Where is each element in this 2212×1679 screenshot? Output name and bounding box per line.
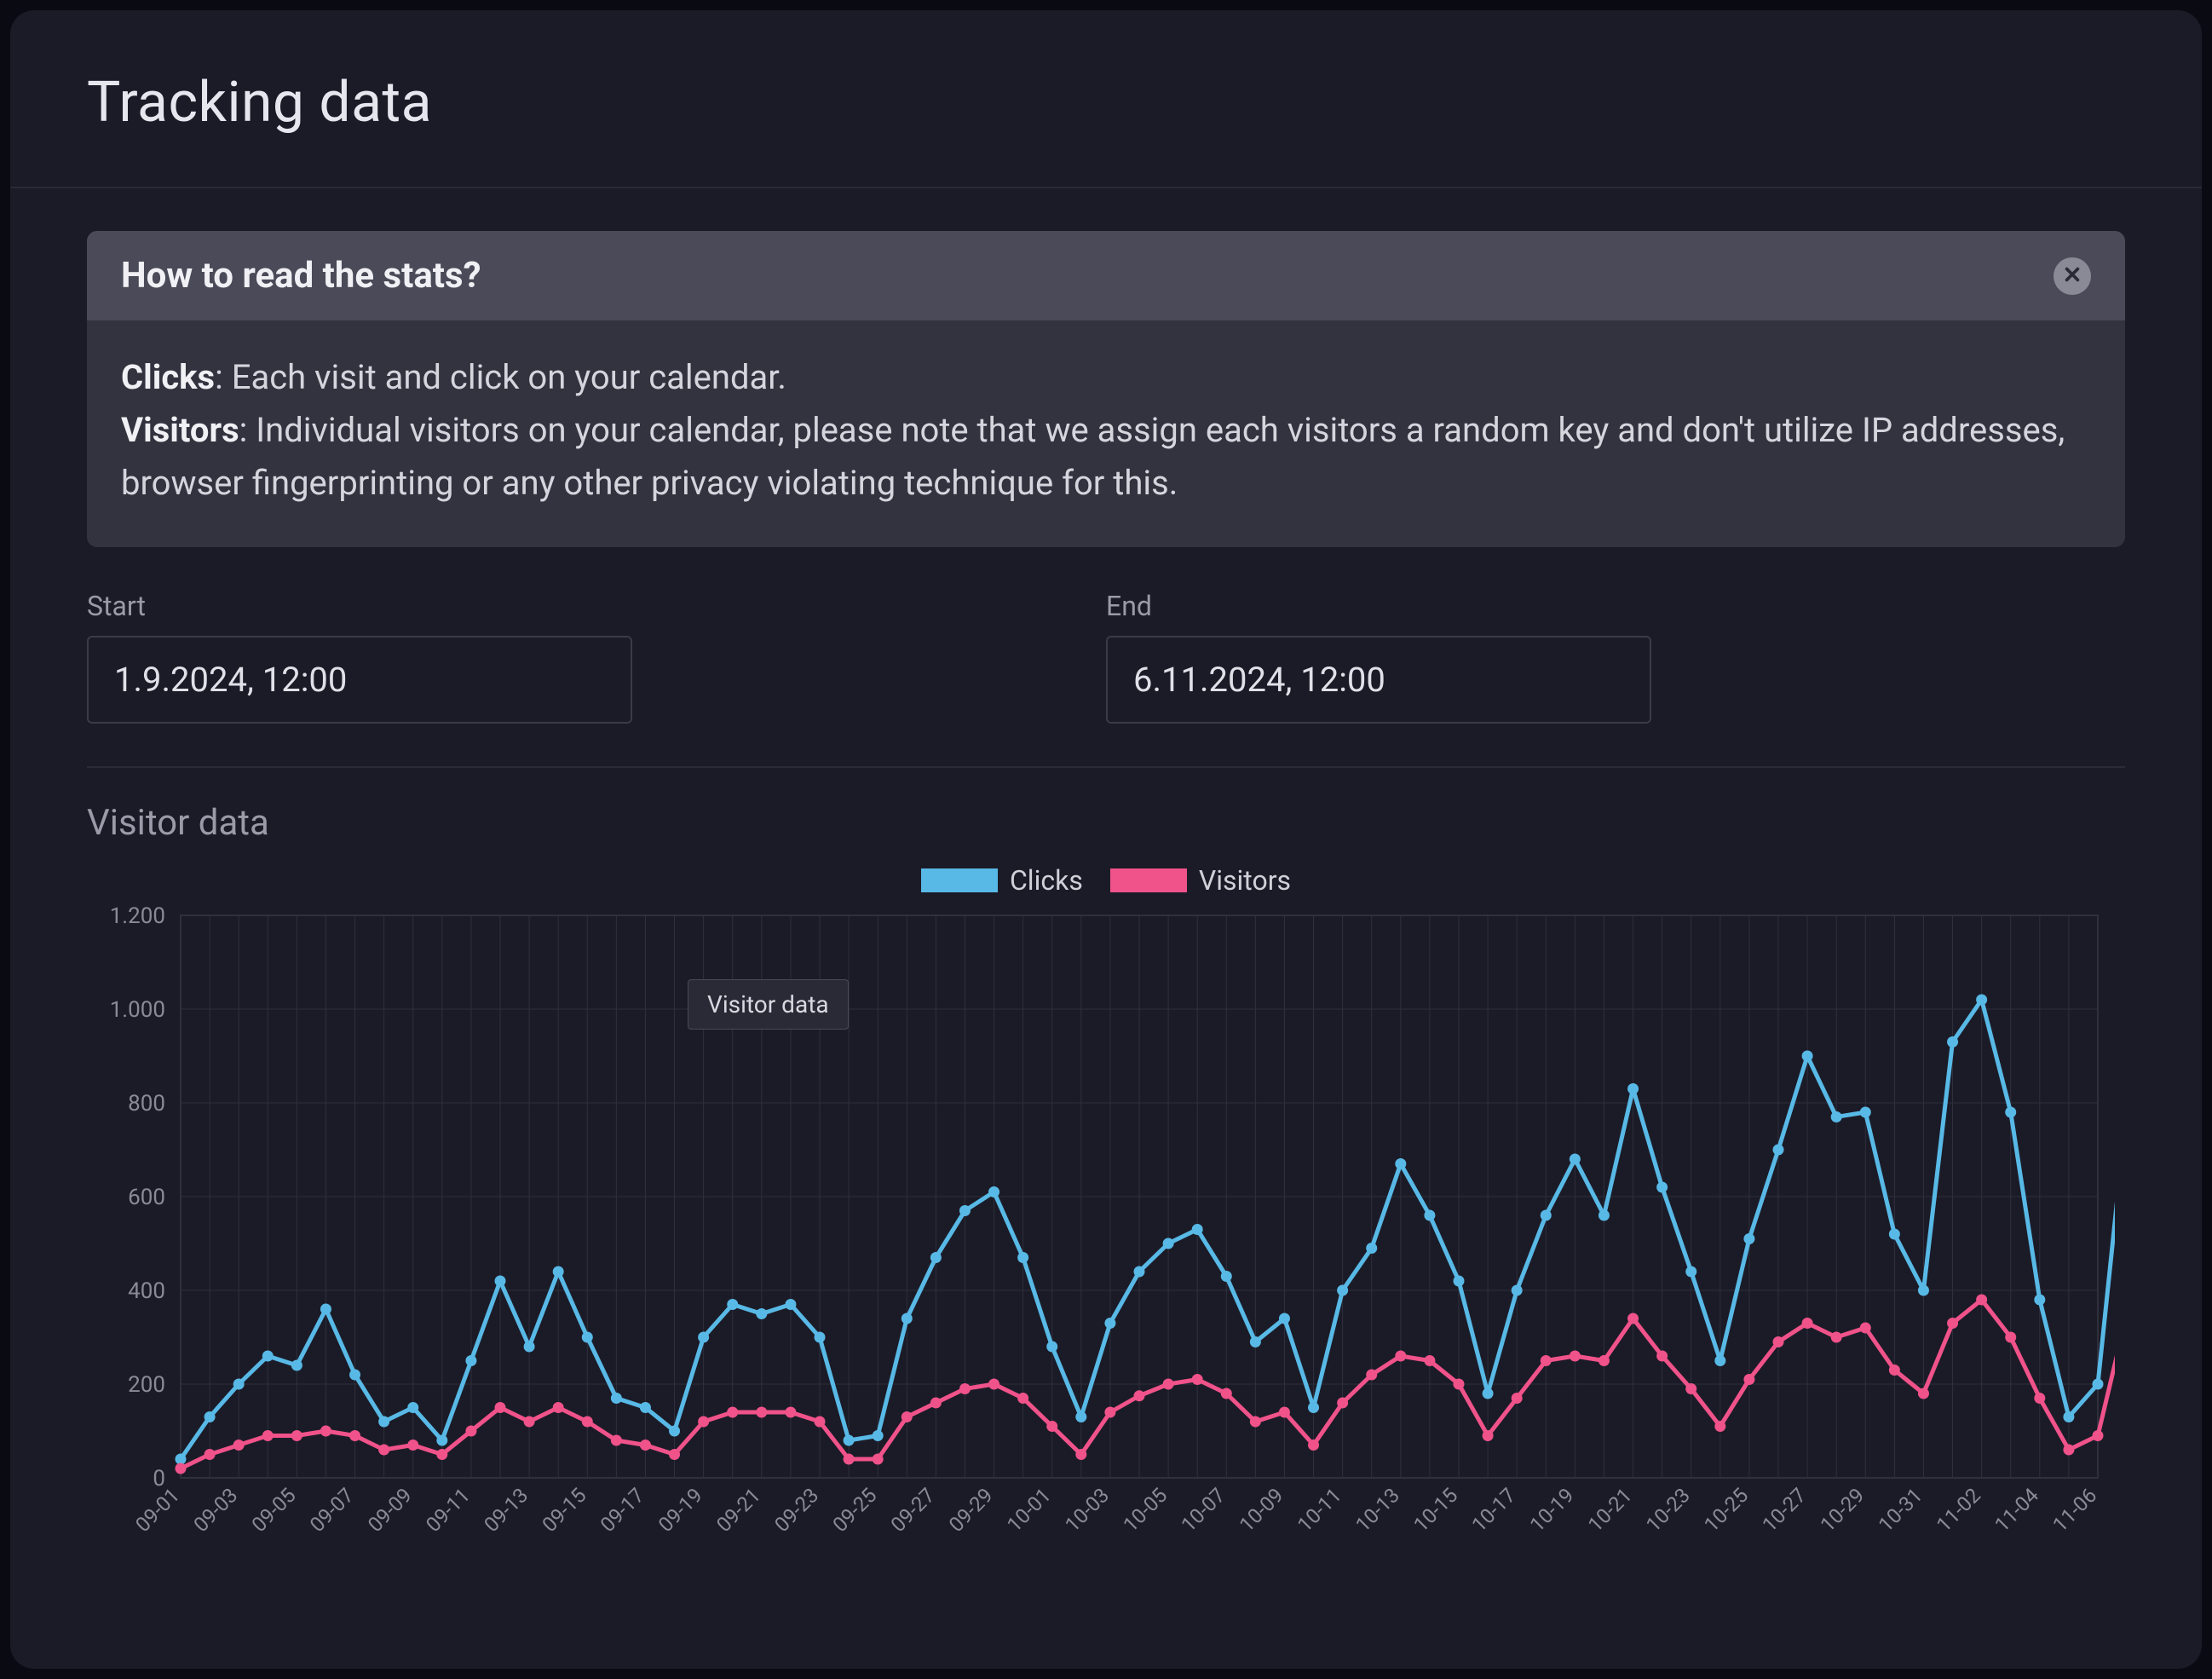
end-label: End — [1106, 590, 2125, 622]
line-chart[interactable]: 02004006008001.0001.20009-0109-0309-0509… — [87, 907, 2115, 1614]
svg-text:09-09: 09-09 — [363, 1483, 417, 1537]
info-visitors-term: Visitors — [121, 410, 239, 450]
legend-label-visitors: Visitors — [1199, 864, 1291, 897]
svg-text:10-05: 10-05 — [1119, 1483, 1172, 1537]
svg-text:11-04: 11-04 — [1990, 1483, 2043, 1537]
svg-text:09-11: 09-11 — [422, 1483, 475, 1537]
info-clicks-desc: : Each visit and click on your calendar. — [215, 357, 786, 397]
end-date-col: End 6.11.2024, 12:00 — [1106, 590, 2125, 724]
svg-text:09-17: 09-17 — [596, 1483, 649, 1537]
svg-text:09-13: 09-13 — [480, 1483, 533, 1537]
legend-swatch-clicks — [921, 868, 998, 892]
svg-text:09-19: 09-19 — [654, 1483, 707, 1537]
svg-text:10-11: 10-11 — [1293, 1483, 1346, 1537]
end-date-input[interactable]: 6.11.2024, 12:00 — [1106, 636, 1651, 724]
legend-item-visitors[interactable]: Visitors — [1110, 864, 1291, 897]
info-box: How to read the stats? Clicks: Each visi… — [87, 231, 2125, 547]
chart-wrap: Clicks Visitors 02004006008001.0001.2000… — [87, 864, 2125, 1614]
section-title: Visitor data — [87, 802, 2125, 844]
svg-text:10-03: 10-03 — [1061, 1483, 1115, 1537]
close-icon — [2063, 265, 2082, 287]
svg-text:09-07: 09-07 — [305, 1483, 359, 1537]
svg-text:10-19: 10-19 — [1525, 1483, 1579, 1537]
svg-text:10-29: 10-29 — [1816, 1483, 1869, 1537]
card-header: Tracking data — [10, 10, 2202, 188]
svg-text:09-27: 09-27 — [886, 1483, 940, 1537]
legend-label-clicks: Clicks — [1010, 864, 1083, 897]
svg-text:10-01: 10-01 — [1002, 1483, 1056, 1537]
info-title: How to read the stats? — [121, 255, 481, 297]
svg-text:1.000: 1.000 — [110, 997, 165, 1023]
info-visitors-desc: : Individual visitors on your calendar, … — [121, 410, 2065, 503]
svg-text:10-21: 10-21 — [1583, 1483, 1637, 1537]
svg-text:09-05: 09-05 — [247, 1483, 301, 1537]
date-row: Start 1.9.2024, 12:00 End 6.11.2024, 12:… — [87, 590, 2125, 768]
info-body: Clicks: Each visit and click on your cal… — [87, 320, 2125, 547]
svg-text:09-23: 09-23 — [770, 1483, 824, 1537]
start-date-col: Start 1.9.2024, 12:00 — [87, 590, 1106, 724]
svg-text:11-06: 11-06 — [2048, 1483, 2102, 1537]
legend-swatch-visitors — [1110, 868, 1187, 892]
svg-text:10-15: 10-15 — [1409, 1483, 1463, 1537]
svg-text:600: 600 — [128, 1185, 165, 1210]
svg-text:09-29: 09-29 — [944, 1483, 998, 1537]
svg-text:10-07: 10-07 — [1177, 1483, 1230, 1537]
svg-text:1.200: 1.200 — [110, 907, 165, 929]
start-date-input[interactable]: 1.9.2024, 12:00 — [87, 636, 632, 724]
svg-text:10-27: 10-27 — [1758, 1483, 1812, 1537]
info-header: How to read the stats? — [87, 231, 2125, 320]
legend-item-clicks[interactable]: Clicks — [921, 864, 1083, 897]
tracking-card: Tracking data How to read the stats? Cli… — [10, 10, 2202, 1669]
chart-legend: Clicks Visitors — [87, 864, 2125, 897]
svg-text:09-21: 09-21 — [711, 1483, 765, 1537]
svg-text:10-13: 10-13 — [1351, 1483, 1404, 1537]
svg-text:10-23: 10-23 — [1641, 1483, 1695, 1537]
start-label: Start — [87, 590, 1106, 622]
svg-text:11-02: 11-02 — [1932, 1483, 1985, 1537]
svg-text:400: 400 — [128, 1278, 165, 1304]
svg-text:10-31: 10-31 — [1874, 1483, 1927, 1537]
svg-text:09-03: 09-03 — [189, 1483, 243, 1537]
svg-text:10-17: 10-17 — [1467, 1483, 1521, 1537]
close-button[interactable] — [2054, 257, 2091, 295]
page-title: Tracking data — [87, 70, 2125, 136]
svg-text:09-15: 09-15 — [538, 1483, 591, 1537]
svg-text:10-25: 10-25 — [1700, 1483, 1754, 1537]
svg-text:800: 800 — [128, 1091, 165, 1116]
svg-text:200: 200 — [128, 1372, 165, 1398]
svg-text:09-25: 09-25 — [828, 1483, 882, 1537]
info-clicks-term: Clicks — [121, 357, 215, 397]
svg-text:10-09: 10-09 — [1235, 1483, 1288, 1537]
